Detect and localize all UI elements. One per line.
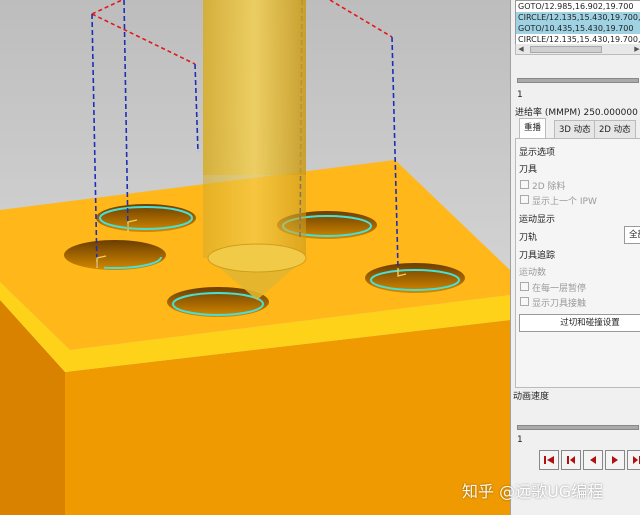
tool-trace-label: 刀具追踪 bbox=[519, 251, 556, 261]
display-options-label: 显示选项 bbox=[519, 148, 556, 158]
step-forward-button[interactable] bbox=[627, 450, 640, 470]
hole-1 bbox=[96, 204, 196, 232]
skip-to-start-icon bbox=[544, 456, 554, 464]
step-forward-icon bbox=[633, 456, 640, 464]
pause-each-layer-label: 在每一层暂停 bbox=[532, 284, 587, 294]
tool-path-label: 刀轨 bbox=[519, 233, 538, 243]
show-tool-contact-label: 显示刀具接触 bbox=[532, 299, 587, 309]
tab-2d-dynamic[interactable]: 2D 动态 bbox=[594, 120, 636, 140]
speed-value: 1 bbox=[517, 435, 523, 445]
play-reverse-icon bbox=[590, 456, 596, 464]
list-item[interactable]: GOTO/10.435,15.430,19.700 bbox=[516, 23, 640, 34]
pause-each-layer-checkbox[interactable] bbox=[520, 282, 529, 291]
2d-material-label: 2D 除料 bbox=[532, 182, 566, 192]
watermark: 知乎 @远歌UG编程 bbox=[462, 482, 604, 501]
motion-display-label: 运动显示 bbox=[519, 215, 556, 225]
play-button[interactable] bbox=[605, 450, 625, 470]
scroll-right-icon[interactable]: ▶ bbox=[632, 44, 640, 54]
play-reverse-button[interactable] bbox=[583, 450, 603, 470]
step-back-icon bbox=[567, 456, 575, 464]
play-icon bbox=[612, 456, 618, 464]
step-slider[interactable] bbox=[517, 78, 639, 83]
motion-count-label: 运动数 bbox=[519, 268, 547, 278]
replay-tab-body: 显示选项 刀具 2D 除料 显示上一个 IPW 运动显示 刀轨 全部 刀具追踪 … bbox=[515, 138, 640, 388]
step-value: 1 bbox=[517, 90, 523, 100]
overcut-collision-settings-button[interactable]: 过切和碰撞设置 bbox=[519, 314, 640, 332]
scroll-thumb[interactable] bbox=[530, 46, 602, 53]
cutting-tool bbox=[203, 0, 307, 300]
hole-2 bbox=[64, 240, 166, 270]
scroll-left-icon[interactable]: ◀ bbox=[516, 44, 526, 54]
hole-4 bbox=[365, 263, 465, 293]
simulation-control-panel: GOTO/12.985,16.902,19.700 CIRCLE/12.135,… bbox=[510, 0, 640, 515]
list-item[interactable]: CIRCLE/12.135,15.430,19.700,-0. bbox=[516, 12, 640, 23]
animation-speed-slider[interactable] bbox=[517, 425, 639, 430]
tool-label: 刀具 bbox=[519, 165, 538, 175]
show-prev-ipw-label: 显示上一个 IPW bbox=[532, 197, 597, 207]
step-to-start-button[interactable] bbox=[539, 450, 559, 470]
list-horizontal-scrollbar[interactable]: ◀ ▶ bbox=[515, 44, 640, 55]
simulation-viewport[interactable] bbox=[0, 0, 510, 515]
animation-speed-label: 动画速度 bbox=[513, 392, 550, 402]
step-back-button[interactable] bbox=[561, 450, 581, 470]
toolpath-list[interactable]: GOTO/12.985,16.902,19.700 CIRCLE/12.135,… bbox=[515, 0, 640, 46]
show-prev-ipw-checkbox[interactable] bbox=[520, 195, 529, 204]
list-item[interactable]: GOTO/12.985,16.902,19.700 bbox=[516, 1, 640, 12]
tool-path-select[interactable]: 全部 bbox=[624, 226, 640, 244]
tab-replay[interactable]: 重播 bbox=[519, 118, 547, 140]
2d-material-checkbox[interactable] bbox=[520, 180, 529, 189]
show-tool-contact-checkbox[interactable] bbox=[520, 297, 529, 306]
tab-3d-dynamic[interactable]: 3D 动态 bbox=[554, 120, 596, 140]
feedrate-label: 进给率 (MMPM) 250.000000 bbox=[515, 108, 638, 118]
scene-graphics bbox=[0, 0, 510, 515]
